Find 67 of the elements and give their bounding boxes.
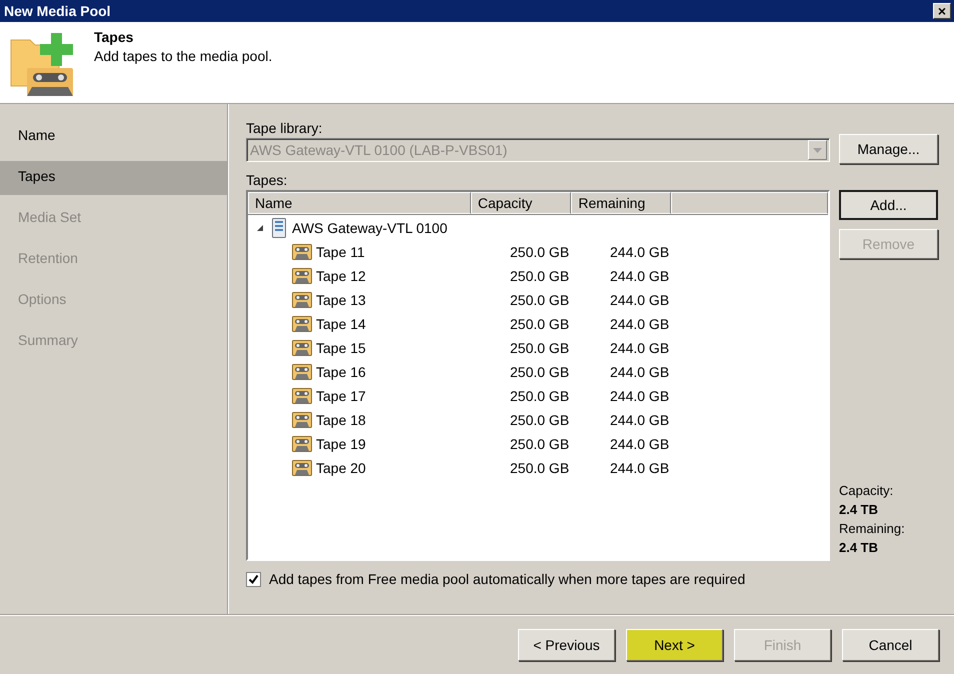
capacity-cell-text: 250.0 GB — [510, 460, 570, 476]
tape-name[interactable]: Tape 11 — [316, 244, 510, 260]
tape-name[interactable]: Tape 19 — [316, 436, 510, 452]
tape-icon — [292, 364, 312, 380]
tape-icon — [292, 268, 312, 284]
tape-name[interactable]: Tape 18 — [316, 412, 510, 428]
close-button[interactable]: × — [933, 3, 951, 19]
tape-library-icon — [272, 218, 286, 238]
tape-name[interactable]: Tape 20 — [316, 460, 510, 476]
capacity-cell-text: 250.0 GB — [510, 244, 570, 260]
column-header[interactable]: Remaining — [571, 192, 671, 214]
tape-name[interactable]: Tape 13 — [316, 292, 510, 308]
column-header[interactable]: Name — [248, 192, 471, 214]
remaining-cell: 244.0 GB — [610, 268, 670, 284]
capacity-cell-text: 250.0 GB — [510, 388, 570, 404]
auto-add-checkbox[interactable] — [246, 572, 261, 586]
capacity-cell-text: 250.0 GB — [510, 316, 570, 332]
folder-tape-add-icon — [10, 30, 76, 96]
tape-icon — [292, 412, 312, 428]
total-label: Capacity: — [839, 482, 894, 500]
tape-icon — [292, 340, 312, 356]
expander-icon[interactable] — [256, 224, 264, 232]
checkbox-label: Add tapes from Free media pool automatically when more tapes are required — [269, 571, 746, 587]
capacity-cell-text: 250.0 GB — [510, 292, 570, 308]
field-label: Tape library: — [246, 120, 324, 136]
tape-icon — [292, 292, 312, 308]
tape-name[interactable]: Tape 12 — [316, 268, 510, 284]
cancel-button[interactable]: Cancel — [842, 628, 939, 660]
remaining-cell: 244.0 GB — [610, 364, 670, 380]
step-title: Tapes — [94, 29, 134, 45]
tree-item[interactable]: AWS Gateway-VTL 0100 — [292, 220, 448, 236]
total-value: 2.4 TB — [839, 501, 880, 519]
tape-icon — [292, 316, 312, 332]
sidebar-item[interactable]: Name — [0, 120, 227, 154]
previous-button[interactable]: < Previous — [518, 628, 615, 660]
step-description: Add tapes to the media pool. — [94, 48, 272, 64]
remaining-cell: 244.0 GB — [610, 316, 670, 332]
tape-icon — [292, 244, 312, 260]
remaining-cell: 244.0 GB — [610, 244, 670, 260]
capacity-cell-text: 250.0 GB — [510, 412, 570, 428]
remaining-cell: 244.0 GB — [610, 436, 670, 452]
remaining-cell: 244.0 GB — [610, 388, 670, 404]
capacity-cell-text: 250.0 GB — [510, 364, 570, 380]
manage-button[interactable]: Manage... — [839, 134, 938, 164]
field-label: Tapes: — [246, 172, 288, 188]
tape-icon — [292, 436, 312, 452]
next-button[interactable]: Next > — [626, 628, 723, 660]
capacity-cell-text: 250.0 GB — [510, 340, 570, 356]
remaining-cell: 244.0 GB — [610, 340, 670, 356]
total-label: Remaining: — [839, 520, 906, 538]
tape-name[interactable]: Tape 14 — [316, 316, 510, 332]
remaining-cell: 244.0 GB — [610, 292, 670, 308]
tape-icon — [292, 388, 312, 404]
tape-icon — [292, 460, 312, 476]
tape-name[interactable]: Tape 17 — [316, 388, 510, 404]
tape-name[interactable]: Tape 16 — [316, 364, 510, 380]
add-button[interactable]: Add... — [839, 190, 938, 220]
total-value: 2.4 TB — [839, 539, 880, 557]
dropdown-arrow-icon — [813, 148, 822, 152]
capacity-cell-text: 250.0 GB — [510, 436, 570, 452]
sidebar-item[interactable]: Tapes — [0, 161, 227, 195]
remaining-cell: 244.0 GB — [610, 460, 670, 476]
capacity-cell-text: 250.0 GB — [510, 268, 570, 284]
window-title: New Media Pool — [4, 3, 111, 19]
tape-name[interactable]: Tape 15 — [316, 340, 510, 356]
remaining-cell: 244.0 GB — [610, 412, 670, 428]
column-header[interactable]: Capacity — [470, 192, 572, 214]
